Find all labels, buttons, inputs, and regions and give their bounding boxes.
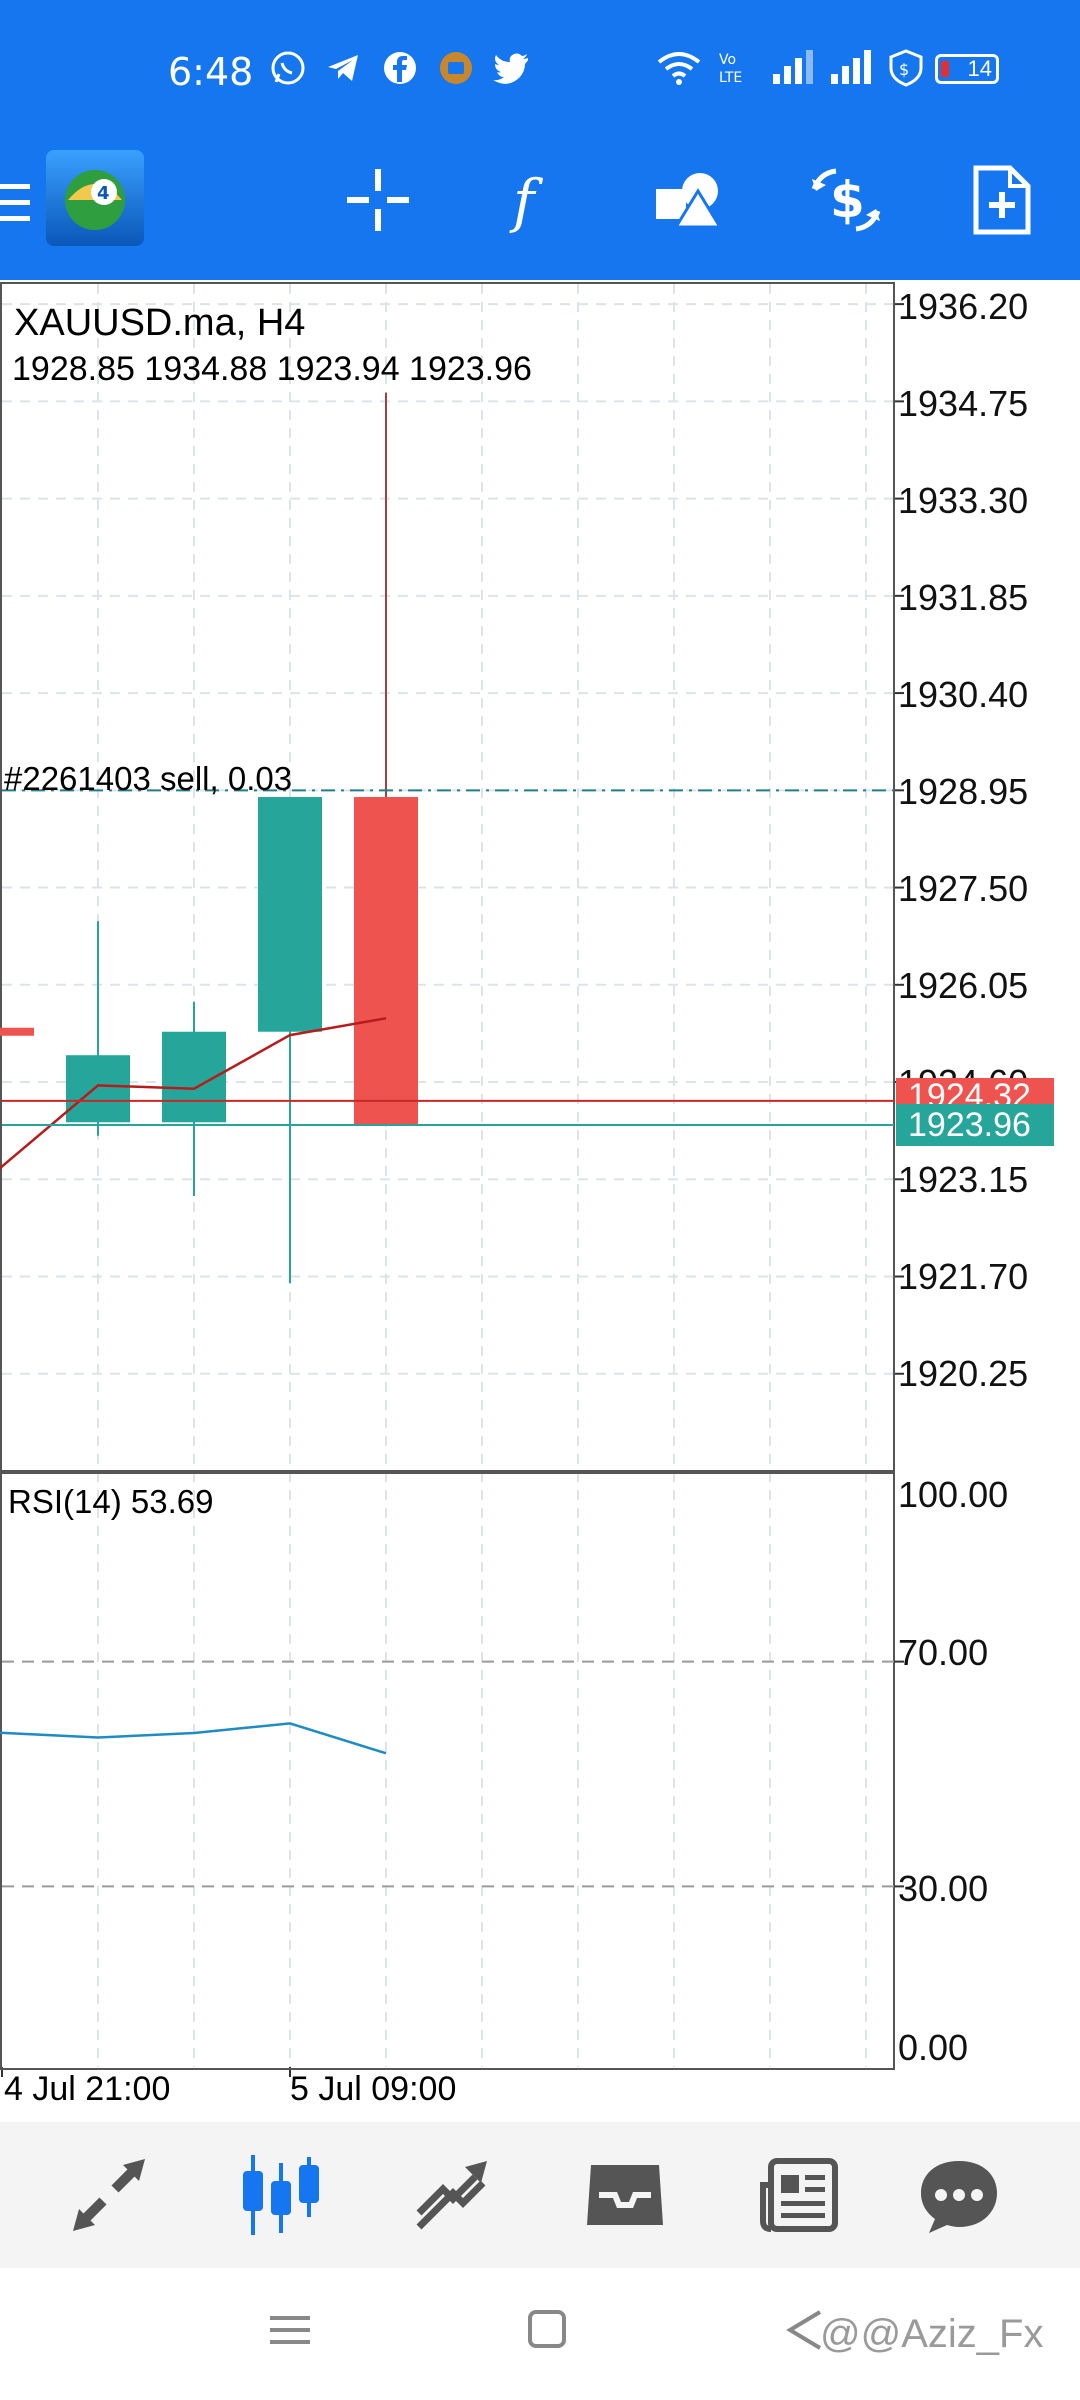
wifi-icon: [657, 52, 701, 85]
bottom-navigation: [0, 2122, 1080, 2268]
bid-price-tag: 1923.96: [896, 1104, 1054, 1146]
metatrader-logo[interactable]: 4: [46, 150, 144, 246]
price-axis-label: 1928.95: [898, 771, 1029, 812]
trade-exchange-button[interactable]: $: [806, 160, 886, 240]
indicators-button[interactable]: f: [492, 160, 572, 240]
price-axis-label: 1931.85: [898, 577, 1029, 618]
price-axis-label: 1926.05: [898, 965, 1029, 1006]
watermark-text: @@Aziz_Fx: [820, 2312, 1044, 2356]
status-system-icons: Vo LTE $: [655, 48, 925, 88]
svg-text:LTE: LTE: [719, 70, 742, 86]
svg-text:$: $: [899, 60, 909, 79]
twitter-icon: [493, 53, 528, 84]
status-app-icons: [268, 48, 532, 88]
candle-body: [354, 797, 418, 1125]
shield-icon: $: [889, 49, 923, 87]
chart-grid: [1, 284, 904, 2077]
signal-icon: [831, 50, 871, 84]
price-axis-label: 1936.20: [898, 286, 1029, 327]
volte-icon: Vo LTE: [719, 52, 742, 86]
telegram-icon: [328, 55, 358, 81]
rsi-pane-border: [0, 1472, 895, 2070]
rsi-axis-label: 100.00: [898, 1474, 1009, 1515]
price-axis-label: 1930.40: [898, 674, 1029, 715]
new-order-button[interactable]: [962, 160, 1042, 240]
app-icon: [440, 52, 472, 84]
function-icon: f: [509, 167, 544, 235]
candle-partial: [0, 1027, 34, 1036]
facebook-icon: [384, 52, 416, 84]
dollar-exchange-icon: $: [811, 168, 881, 232]
time-axis-label: 4 Jul 21:00: [4, 2070, 171, 2108]
status-bar: 6:48 Vo LTE $ 14: [0, 0, 1080, 130]
price-axis-label: 1934.75: [898, 383, 1029, 424]
chart-icon: [243, 2155, 319, 2235]
crosshair-button[interactable]: [338, 160, 418, 240]
status-time: 6:48: [168, 50, 254, 94]
menu-icon[interactable]: [0, 178, 32, 228]
nav-trade[interactable]: [408, 2150, 498, 2240]
signal-icon: [773, 50, 813, 84]
nav-messages[interactable]: [914, 2150, 1004, 2240]
rsi-axis-label: 30.00: [898, 1868, 989, 1909]
battery-indicator: 14: [935, 54, 999, 84]
order-line-label[interactable]: #2261403 sell, 0.03: [4, 760, 292, 798]
price-axis-label: 1933.30: [898, 480, 1029, 521]
home-icon[interactable]: [526, 2308, 570, 2352]
battery-level: [941, 61, 949, 77]
messages-icon: [921, 2161, 997, 2233]
chart-ohlc-values: 1928.85 1934.88 1923.94 1923.96: [12, 350, 532, 388]
svg-text:$: $: [830, 171, 865, 229]
price-axis-label: 1920.25: [898, 1353, 1029, 1394]
candle-body: [66, 1055, 130, 1123]
nav-history[interactable]: [580, 2150, 670, 2240]
nav-chart[interactable]: [236, 2150, 326, 2240]
shapes-icon: [656, 173, 723, 229]
metatrader-logo-icon: 4: [65, 170, 125, 230]
rsi-indicator-label: RSI(14) 53.69: [8, 1483, 214, 1520]
candles: [0, 392, 418, 1284]
quotes-icon: [73, 2159, 145, 2231]
svg-text:f: f: [509, 167, 544, 235]
candle-body: [258, 797, 322, 1032]
rsi-levels: [2, 1660, 904, 1888]
crosshair-icon: [347, 169, 409, 231]
history-icon: [587, 2165, 663, 2225]
price-axis-label: 1923.15: [898, 1159, 1029, 1200]
svg-text:Vo: Vo: [719, 52, 736, 68]
chart-symbol-title: XAUUSD.ma, H4: [14, 302, 306, 344]
price-axis-label: 1927.50: [898, 868, 1029, 909]
rsi-axis-label: 0.00: [898, 2027, 969, 2068]
news-icon: [760, 2158, 838, 2232]
price-axis-label: 1921.70: [898, 1256, 1029, 1297]
battery-percent: 14: [967, 56, 992, 81]
objects-button[interactable]: [650, 160, 730, 240]
recent-apps-icon[interactable]: [268, 2308, 312, 2352]
trade-icon: [416, 2161, 487, 2230]
price-lines: [0, 789, 894, 1755]
nav-quotes[interactable]: [64, 2150, 154, 2240]
main-pane-border: [0, 282, 895, 1472]
new-document-icon: [973, 165, 1031, 235]
svg-text:4: 4: [97, 183, 110, 204]
whatsapp-icon: [271, 51, 305, 85]
app-toolbar: 4 f $: [0, 130, 1080, 280]
time-axis-label: 5 Jul 09:00: [290, 2070, 457, 2108]
nav-news[interactable]: [754, 2150, 844, 2240]
rsi-axis-label: 70.00: [898, 1632, 989, 1673]
